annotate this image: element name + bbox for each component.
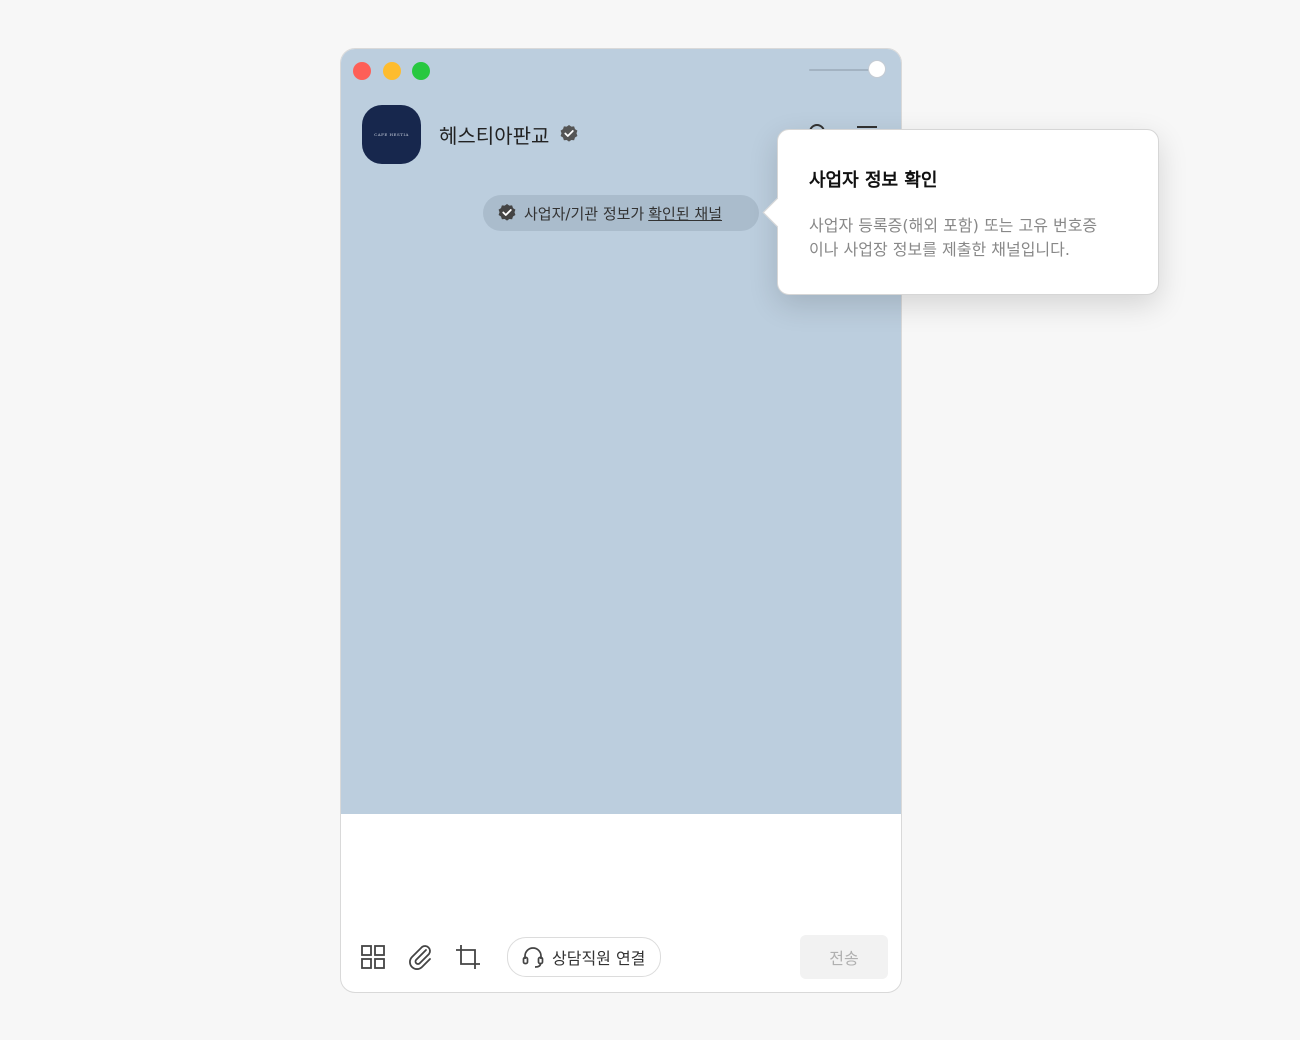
verification-text: 사업자/기관 정보가 (524, 204, 645, 223)
tooltip-title: 사업자 정보 확인 (809, 170, 938, 191)
slider-thumb[interactable] (869, 61, 885, 77)
zoom-window-button[interactable] (412, 62, 430, 80)
stage: CAFE HESTIA 헤스티아판교 사업자/기관 정보가 확인된 채널 상담직… (0, 0, 1300, 1040)
connect-agent-label: 상담직원 연결 (552, 949, 646, 968)
opacity-slider[interactable] (809, 60, 889, 80)
channel-name[interactable]: 헤스티아판교 (439, 120, 549, 149)
verification-notice[interactable]: 사업자/기관 정보가 확인된 채널 (483, 195, 759, 231)
headset-icon (522, 947, 544, 968)
verified-badge-icon (498, 204, 516, 221)
close-window-button[interactable] (353, 62, 371, 80)
paperclip-icon[interactable] (407, 944, 433, 970)
avatar-logo-text: CAFE HESTIA (374, 132, 409, 137)
crop-icon[interactable] (455, 944, 481, 970)
connect-agent-button[interactable]: 상담직원 연결 (507, 937, 661, 977)
channel-avatar[interactable]: CAFE HESTIA (362, 105, 421, 164)
tooltip-body: 사업자 등록증(해외 포함) 또는 고유 번호증 이나 사업장 정보를 제출한 … (809, 214, 1139, 262)
verified-badge-icon (560, 125, 578, 142)
minimize-window-button[interactable] (383, 62, 401, 80)
tooltip-body-line: 사업자 등록증(해외 포함) 또는 고유 번호증 (809, 216, 1098, 235)
tooltip-body-line: 이나 사업장 정보를 제출한 채널입니다. (809, 240, 1070, 259)
business-info-tooltip: 사업자 정보 확인 사업자 등록증(해외 포함) 또는 고유 번호증 이나 사업… (762, 129, 1159, 295)
send-button[interactable]: 전송 (800, 935, 888, 979)
verification-link[interactable]: 확인된 채널 (648, 203, 722, 224)
grid-icon[interactable] (360, 944, 386, 970)
